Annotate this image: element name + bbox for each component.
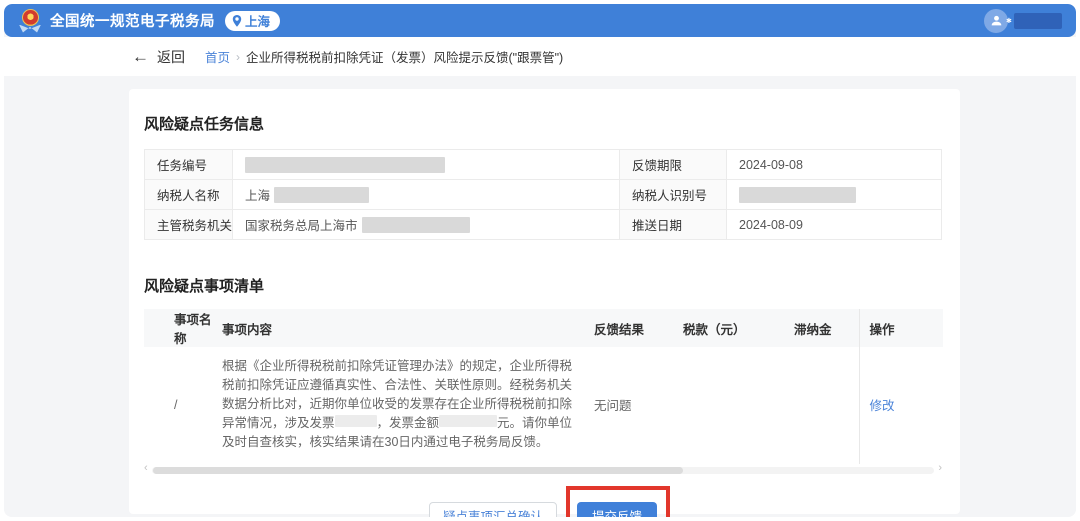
redacted-value [274,187,369,203]
field-value-feedback-deadline: 2024-09-08 [727,150,942,180]
column-header-late-fee: 滞纳金 [794,309,859,347]
user-name-redacted[interactable] [1014,13,1062,29]
redacted-value [335,415,377,427]
horizontal-scrollbar[interactable]: ‹ › [144,466,942,475]
column-header-item-content: 事项内容 [222,309,594,347]
field-value-taxpayer-name: 上海 [233,180,620,210]
location-label: 上海 [245,11,270,30]
task-info-table: 任务编号 反馈期限 2024-09-08 纳税人名称 上海 纳税人识别号 [144,149,942,240]
table-header-row: 事项名称 事项内容 反馈结果 税款（元） 滞纳金 操作 [144,309,943,347]
column-header-operation: 操作 [859,309,943,347]
page-background: 风险疑点任务信息 任务编号 反馈期限 2024-09-08 纳税人名称 上海 [4,76,1076,517]
redacted-value [439,415,497,427]
location-pin-icon [232,15,242,27]
table-row: / 根据《企业所得税税前扣除凭证管理办法》的规定，企业所得税税前扣除凭证应遵循真… [144,347,943,464]
person-icon [990,14,1003,27]
breadcrumb-current-page: 企业所得税税前扣除凭证（发票）风险提示反馈("跟票管") [246,47,563,66]
field-label: 纳税人名称 [145,180,233,210]
back-label: 返回 [157,47,185,67]
breadcrumb: 首页 › 企业所得税税前扣除凭证（发票）风险提示反馈("跟票管") [205,47,563,66]
field-label: 任务编号 [145,150,233,180]
top-header-bar: 全国统一规范电子税务局 上海 [4,4,1076,37]
field-value-tax-authority: 国家税务总局上海市 [233,210,620,240]
field-value-task-number [233,150,620,180]
items-section-title: 风险疑点事项清单 [144,275,942,296]
table-row: 主管税务机关 国家税务总局上海市 推送日期 2024-08-09 [145,210,942,240]
user-avatar[interactable] [984,9,1008,33]
field-value-taxpayer-id [727,180,942,210]
tax-amount-cell [669,347,794,464]
field-label: 反馈期限 [620,150,727,180]
column-header-feedback-result: 反馈结果 [594,309,669,347]
table-row: 任务编号 反馈期限 2024-09-08 [145,150,942,180]
breadcrumb-home-link[interactable]: 首页 [205,47,230,66]
app-title: 全国统一规范电子税务局 [50,10,215,31]
scrollbar-right-arrow-icon[interactable]: › [938,462,942,474]
table-row: 纳税人名称 上海 纳税人识别号 [145,180,942,210]
item-content-cell: 根据《企业所得税税前扣除凭证管理办法》的规定，企业所得税税前扣除凭证应遵循真实性… [222,347,594,464]
redacted-value [362,217,470,233]
location-selector[interactable]: 上海 [225,11,280,31]
column-header-item-name: 事项名称 [144,309,222,347]
field-label: 主管税务机关 [145,210,233,240]
summary-confirm-button[interactable]: 疑点事项汇总确认 [429,502,557,517]
main-card: 风险疑点任务信息 任务编号 反馈期限 2024-09-08 纳税人名称 上海 [129,89,960,514]
redacted-value [739,187,856,203]
scrollbar-left-arrow-icon[interactable]: ‹ [144,462,148,474]
scrollbar-thumb[interactable] [153,467,683,474]
field-label: 推送日期 [620,210,727,240]
modify-link[interactable]: 修改 [870,399,895,413]
field-value-push-date: 2024-08-09 [727,210,942,240]
back-button[interactable]: ← 返回 [132,47,185,67]
redacted-value [245,157,445,173]
breadcrumb-bar: ← 返回 首页 › 企业所得税税前扣除凭证（发票）风险提示反馈("跟票管") [4,37,1076,76]
risk-items-table: 事项名称 事项内容 反馈结果 税款（元） 滞纳金 操作 / 根据《企业所得税税前… [144,309,943,464]
tax-bureau-emblem-icon [18,9,42,33]
back-arrow-icon: ← [132,48,149,65]
footer-actions: 疑点事项汇总确认 提交反馈 [144,502,942,517]
item-name-cell: / [144,347,222,464]
field-label: 纳税人识别号 [620,180,727,210]
column-header-tax-amount: 税款（元） [669,309,794,347]
page-frame: 全国统一规范电子税务局 上海 ← 返回 首页 › 企业所得税税前扣除凭证（发票）… [4,4,1076,517]
submit-feedback-button[interactable]: 提交反馈 [577,502,657,517]
breadcrumb-separator-icon: › [236,50,240,64]
late-fee-cell [794,347,859,464]
task-info-section-title: 风险疑点任务信息 [144,113,942,134]
feedback-result-cell: 无问题 [594,347,669,464]
operation-cell: 修改 [859,347,943,464]
